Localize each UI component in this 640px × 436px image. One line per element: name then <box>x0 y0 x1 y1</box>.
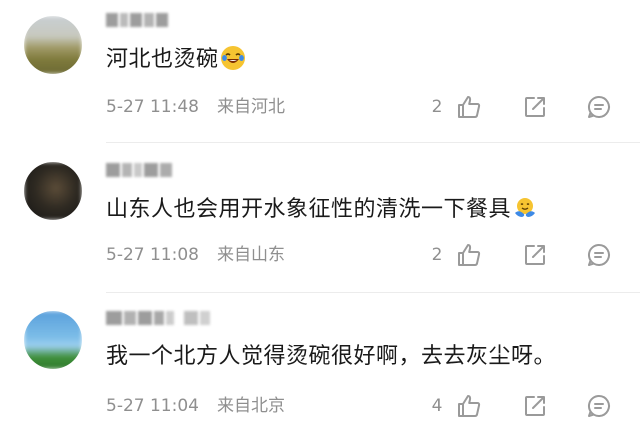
share-icon[interactable] <box>522 94 548 120</box>
comment-item: 我一个北方人觉得烫碗很好啊，去去灰尘呀。 5-27 11:04 来自北京 4 <box>0 293 640 436</box>
comment-meta: 5-27 11:04 来自北京 <box>106 396 285 416</box>
comment-location: 来自山东 <box>216 245 285 265</box>
comment-location: 来自北京 <box>216 396 285 416</box>
share-icon[interactable] <box>522 242 548 268</box>
avatar[interactable] <box>24 162 82 220</box>
comment-icon[interactable] <box>586 94 612 120</box>
comment-item: 河北也烫碗 5-27 11:48 来自河北 2 <box>0 0 640 143</box>
like-count: 2 <box>431 245 443 265</box>
comment-time: 5-27 11:48 <box>106 97 199 117</box>
share-icon[interactable] <box>522 393 548 419</box>
username[interactable] <box>106 159 172 181</box>
laughing-tears-emoji <box>220 46 245 70</box>
like-count: 4 <box>431 396 443 416</box>
divider <box>106 142 640 143</box>
username[interactable] <box>106 307 210 329</box>
comment-item: 山东人也会用开水象征性的清洗一下餐具 5-27 11:08 来自山东 2 <box>0 144 640 293</box>
comment-text: 山东人也会用开水象征性的清洗一下餐具 <box>106 195 537 225</box>
comment-time: 5-27 11:04 <box>106 396 199 416</box>
thumbs-up-icon[interactable] <box>456 94 482 120</box>
thumbs-up-icon[interactable] <box>456 393 482 419</box>
comment-meta: 5-27 11:48 来自河北 <box>106 97 285 117</box>
comment-location: 来自河北 <box>216 97 285 117</box>
comment-meta: 5-27 11:08 来自山东 <box>106 245 285 265</box>
comment-icon[interactable] <box>586 242 612 268</box>
comment-text: 我一个北方人觉得烫碗很好啊，去去灰尘呀。 <box>106 344 557 369</box>
comment-icon[interactable] <box>586 393 612 419</box>
avatar[interactable] <box>24 16 82 74</box>
like-count: 2 <box>431 97 443 117</box>
avatar[interactable] <box>24 311 82 369</box>
thumbs-up-icon[interactable] <box>456 242 482 268</box>
hug-emoji <box>513 196 537 220</box>
comment-text: 河北也烫碗 <box>106 45 245 75</box>
username[interactable] <box>106 9 168 31</box>
comment-time: 5-27 11:08 <box>106 245 199 265</box>
